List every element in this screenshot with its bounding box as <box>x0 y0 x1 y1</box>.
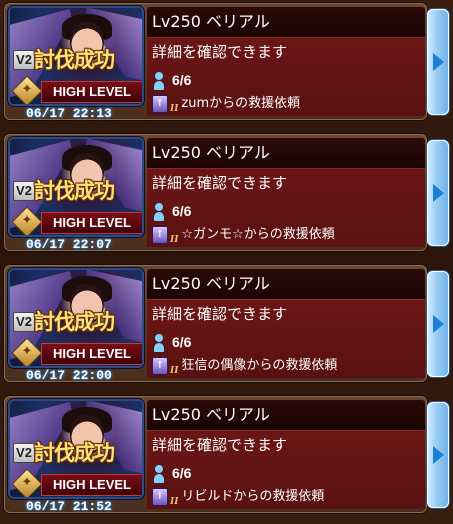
request-line: ↑II 狂信の偶像からの救援依頼 <box>152 356 422 376</box>
version-badge: V2 <box>13 50 35 70</box>
victory-label: 討伐成功 <box>34 48 115 72</box>
request-text: zumからの救援依頼 <box>181 96 301 111</box>
victory-label: 討伐成功 <box>34 441 115 465</box>
arrow-right-icon <box>433 53 444 71</box>
detail-text: 詳細を確認できます <box>152 436 288 454</box>
raid-title: Lv250 ベリアル <box>147 400 425 430</box>
participants-count: 6/6 <box>172 203 192 219</box>
victory-label: 討伐成功 <box>34 179 115 203</box>
raid-info: Lv250 ベリアル 詳細を確認できます 6/6 ↑II zumからの救援依頼 <box>147 7 425 117</box>
rank-roman: II <box>170 366 179 376</box>
boss-thumbnail: V2 討伐成功 ✦ HIGH LEVEL <box>10 8 142 104</box>
raid-title: Lv250 ベリアル <box>147 7 425 37</box>
rank-badge-icon: ↑ <box>152 225 168 244</box>
raid-body: 詳細を確認できます 6/6 ↑II リビルドからの救援依頼 <box>147 430 425 509</box>
boss-thumbnail: V2 討伐成功 ✦ HIGH LEVEL <box>10 270 142 366</box>
request-line: ↑II ☆ガンモ☆からの救援依頼 <box>152 225 422 245</box>
rank-badge-icon: ↑ <box>152 487 168 506</box>
version-badge: V2 <box>13 181 35 201</box>
raid-card[interactable]: V2 討伐成功 ✦ HIGH LEVEL 06/17 22:13 Lv250 ベ… <box>4 3 449 123</box>
raid-time: 06/17 22:13 <box>26 106 112 121</box>
raid-card[interactable]: V2 討伐成功 ✦ HIGH LEVEL 06/17 21:52 Lv250 ベ… <box>4 396 449 516</box>
rank-roman: II <box>170 104 179 114</box>
victory-label: 討伐成功 <box>34 310 115 334</box>
raid-info: Lv250 ベリアル 詳細を確認できます 6/6 ↑II 狂信の偶像からの救援依頼 <box>147 269 425 379</box>
boss-thumbnail: V2 討伐成功 ✦ HIGH LEVEL <box>10 139 142 235</box>
person-icon <box>152 203 166 222</box>
level-badge: HIGH LEVEL <box>41 212 142 234</box>
rank-icon: ✦ <box>21 475 33 490</box>
rank-roman: II <box>170 497 179 507</box>
raid-body: 詳細を確認できます 6/6 ↑II zumからの救援依頼 <box>147 37 425 116</box>
person-icon <box>152 334 166 353</box>
arrow-right-icon <box>433 184 444 202</box>
rank-icon: ✦ <box>21 213 33 228</box>
raid-title: Lv250 ベリアル <box>147 138 425 168</box>
boss-thumbnail: V2 討伐成功 ✦ HIGH LEVEL <box>10 401 142 497</box>
version-badge: V2 <box>13 443 35 463</box>
participants-count: 6/6 <box>172 72 192 88</box>
level-badge: HIGH LEVEL <box>41 343 142 365</box>
detail-text: 詳細を確認できます <box>152 305 288 323</box>
request-line: ↑II zumからの救援依頼 <box>152 94 422 114</box>
raid-card[interactable]: V2 討伐成功 ✦ HIGH LEVEL 06/17 22:07 Lv250 ベ… <box>4 134 449 254</box>
raid-time: 06/17 21:52 <box>26 499 112 514</box>
open-detail-button[interactable] <box>427 402 449 508</box>
arrow-right-icon <box>433 315 444 333</box>
person-icon <box>152 72 166 91</box>
raid-info: Lv250 ベリアル 詳細を確認できます 6/6 ↑II リビルドからの救援依頼 <box>147 400 425 510</box>
request-text: 狂信の偶像からの救援依頼 <box>181 358 338 373</box>
rank-badge-icon: ↑ <box>152 356 168 375</box>
raid-info: Lv250 ベリアル 詳細を確認できます 6/6 ↑II ☆ガンモ☆からの救援依頼 <box>147 138 425 248</box>
rank-icon: ✦ <box>21 82 33 97</box>
participants-count: 6/6 <box>172 334 192 350</box>
raid-body: 詳細を確認できます 6/6 ↑II ☆ガンモ☆からの救援依頼 <box>147 168 425 247</box>
detail-text: 詳細を確認できます <box>152 43 288 61</box>
raid-title: Lv250 ベリアル <box>147 269 425 299</box>
raid-body: 詳細を確認できます 6/6 ↑II 狂信の偶像からの救援依頼 <box>147 299 425 378</box>
participants-count: 6/6 <box>172 465 192 481</box>
participants: 6/6 <box>152 463 272 484</box>
participants: 6/6 <box>152 201 272 222</box>
raid-card[interactable]: V2 討伐成功 ✦ HIGH LEVEL 06/17 22:00 Lv250 ベ… <box>4 265 449 385</box>
level-badge: HIGH LEVEL <box>41 474 142 496</box>
raid-history-list: V2 討伐成功 ✦ HIGH LEVEL 06/17 22:13 Lv250 ベ… <box>0 0 453 524</box>
rank-badge-icon: ↑ <box>152 94 168 113</box>
request-text: ☆ガンモ☆からの救援依頼 <box>181 227 335 242</box>
level-badge: HIGH LEVEL <box>41 81 142 103</box>
rank-icon: ✦ <box>21 344 33 359</box>
open-detail-button[interactable] <box>427 9 449 115</box>
request-line: ↑II リビルドからの救援依頼 <box>152 487 422 507</box>
raid-time: 06/17 22:07 <box>26 237 112 252</box>
open-detail-button[interactable] <box>427 271 449 377</box>
arrow-right-icon <box>433 446 444 464</box>
detail-text: 詳細を確認できます <box>152 174 288 192</box>
rank-roman: II <box>170 235 179 245</box>
version-badge: V2 <box>13 312 35 332</box>
participants: 6/6 <box>152 332 272 353</box>
request-text: リビルドからの救援依頼 <box>181 489 325 504</box>
open-detail-button[interactable] <box>427 140 449 246</box>
person-icon <box>152 465 166 484</box>
participants: 6/6 <box>152 70 272 91</box>
raid-time: 06/17 22:00 <box>26 368 112 383</box>
